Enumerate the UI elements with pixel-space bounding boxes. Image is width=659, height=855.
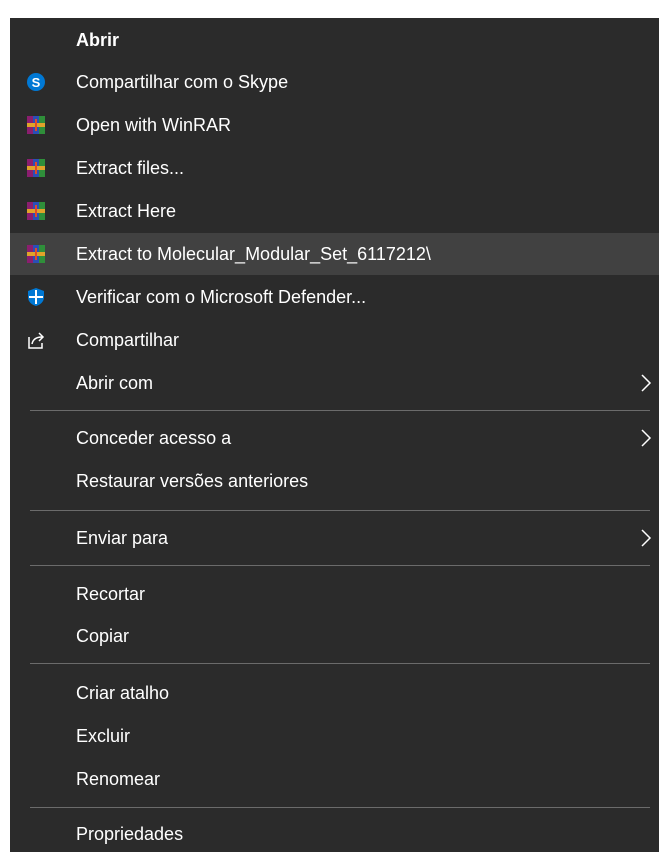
menu-item-open-winrar[interactable]: Open with WinRAR (10, 104, 659, 146)
menu-item-share[interactable]: Compartilhar (10, 319, 659, 361)
menu-item-cut[interactable]: Recortar (10, 573, 659, 615)
defender-shield-icon (26, 287, 46, 307)
winrar-icon (26, 158, 46, 178)
chevron-right-icon (639, 528, 653, 548)
menu-separator (30, 807, 650, 808)
winrar-icon (26, 244, 46, 264)
winrar-icon (26, 115, 46, 135)
menu-item-scan-defender[interactable]: Verificar com o Microsoft Defender... (10, 276, 659, 318)
chevron-right-icon (639, 428, 653, 448)
menu-item-give-access[interactable]: Conceder acesso a (10, 417, 659, 459)
menu-item-delete[interactable]: Excluir (10, 715, 659, 757)
chevron-right-icon (639, 373, 653, 393)
menu-item-label: Enviar para (76, 528, 169, 548)
svg-text:S: S (32, 75, 41, 90)
menu-item-open-with[interactable]: Abrir com (10, 362, 659, 404)
menu-separator (30, 510, 650, 511)
menu-item-rename[interactable]: Renomear (10, 758, 659, 800)
menu-item-label: Criar atalho (76, 683, 170, 703)
menu-item-label: Extract Here (76, 201, 177, 221)
context-menu: Abrir S Compartilhar com o Skype Open wi… (10, 18, 659, 852)
menu-item-copy[interactable]: Copiar (10, 615, 659, 657)
menu-item-label: Copiar (76, 626, 130, 646)
menu-item-send-to[interactable]: Enviar para (10, 517, 659, 559)
menu-item-share-skype[interactable]: S Compartilhar com o Skype (10, 61, 659, 103)
menu-item-label: Extract files... (76, 158, 185, 178)
menu-item-extract-files[interactable]: Extract files... (10, 147, 659, 189)
menu-separator (30, 663, 650, 664)
menu-item-create-shortcut[interactable]: Criar atalho (10, 672, 659, 714)
menu-item-label: Open with WinRAR (76, 115, 232, 135)
menu-item-label: Verificar com o Microsoft Defender... (76, 287, 367, 307)
menu-item-label: Recortar (76, 584, 146, 604)
menu-item-extract-here[interactable]: Extract Here (10, 190, 659, 232)
menu-item-label: Abrir com (76, 373, 154, 393)
menu-item-label: Excluir (76, 726, 131, 746)
menu-item-label: Restaurar versões anteriores (76, 471, 309, 491)
menu-item-abrir[interactable]: Abrir (10, 19, 659, 61)
menu-item-extract-to[interactable]: Extract to Molecular_Modular_Set_6117212… (10, 233, 659, 275)
menu-item-label: Compartilhar com o Skype (76, 72, 289, 92)
menu-item-properties[interactable]: Propriedades (10, 813, 659, 855)
menu-item-restore-versions[interactable]: Restaurar versões anteriores (10, 460, 659, 502)
menu-item-label: Renomear (76, 769, 161, 789)
skype-icon: S (26, 72, 46, 92)
winrar-icon (26, 201, 46, 221)
menu-separator (30, 410, 650, 411)
menu-item-label: Abrir (76, 30, 120, 50)
menu-item-label: Extract to Molecular_Modular_Set_6117212… (76, 244, 431, 264)
menu-item-label: Propriedades (76, 824, 184, 844)
share-icon (26, 330, 46, 350)
menu-item-label: Conceder acesso a (76, 428, 232, 448)
menu-separator (30, 565, 650, 566)
menu-item-label: Compartilhar (76, 330, 180, 350)
